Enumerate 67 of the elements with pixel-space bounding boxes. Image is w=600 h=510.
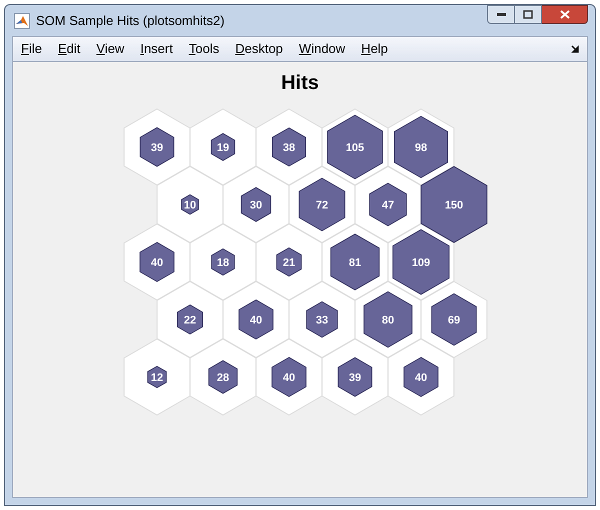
hit-count: 33	[316, 314, 328, 326]
hit-hexagon	[431, 293, 477, 346]
hit-count: 40	[250, 314, 262, 326]
dock-arrow-icon[interactable]	[571, 45, 579, 53]
hit-hexagon	[208, 360, 238, 394]
hit-hexagon	[210, 133, 236, 161]
hit-hexagon	[147, 366, 167, 388]
hit-count: 22	[184, 314, 196, 326]
hit-count: 10	[184, 200, 196, 212]
hit-count: 21	[282, 257, 296, 269]
hit-count: 81	[348, 257, 362, 269]
hit-hexagon	[240, 187, 272, 222]
minimize-icon	[496, 13, 506, 16]
hit-hexagon	[140, 242, 174, 282]
minimize-button[interactable]	[487, 5, 515, 24]
app-logo-icon	[14, 12, 30, 28]
hit-hexagon	[276, 247, 302, 277]
hit-hexagon	[181, 194, 199, 215]
hit-count: 30	[250, 200, 262, 212]
hit-count: 150	[444, 200, 464, 212]
close-button[interactable]	[542, 5, 588, 24]
menu-item[interactable]: View	[96, 39, 124, 59]
hit-hexagon	[338, 357, 372, 397]
menu-item[interactable]: Edit	[58, 39, 80, 59]
menu-item[interactable]: Help	[361, 39, 388, 59]
hit-hexagon	[238, 299, 274, 340]
hit-hexagon	[327, 114, 383, 180]
hit-hexagon	[177, 304, 203, 335]
hit-count: 40	[414, 372, 428, 384]
hit-count: 72	[316, 200, 328, 212]
menu-item[interactable]: Insert	[140, 39, 173, 59]
hit-count: 39	[150, 142, 164, 154]
hit-count: 19	[216, 142, 230, 154]
hit-hexagon	[364, 291, 412, 348]
hit-count: 109	[412, 257, 430, 269]
hit-count: 105	[346, 142, 364, 154]
hit-hexagon	[272, 356, 306, 398]
hit-count: 39	[348, 372, 362, 384]
restore-icon	[523, 10, 533, 19]
hit-hexagon	[211, 248, 235, 276]
hit-hexagon	[140, 127, 174, 167]
hit-hexagon	[394, 116, 448, 178]
hit-hexagon	[404, 356, 438, 398]
hit-hexagon	[330, 234, 380, 290]
close-icon	[560, 10, 570, 19]
plot-title: Hits	[281, 71, 319, 96]
hit-count: 47	[382, 200, 394, 212]
maximize-button[interactable]	[515, 5, 542, 24]
hit-count: 18	[216, 257, 230, 269]
menu-item[interactable]: File	[21, 39, 42, 59]
hit-count: 28	[216, 372, 230, 384]
hit-hexagon	[369, 182, 407, 226]
hit-count: 40	[150, 257, 164, 269]
hit-hexagon	[272, 127, 306, 167]
menu-item[interactable]: Window	[298, 39, 346, 59]
menu-item[interactable]: Tools	[188, 39, 220, 59]
hit-hexagon	[392, 229, 450, 295]
hit-hexagon	[306, 301, 338, 338]
window-title: SOM Sample Hits (plotsomhits2)	[36, 12, 225, 30]
menu-item[interactable]: Desktop	[235, 39, 283, 59]
hit-count: 98	[414, 142, 428, 154]
hit-count: 38	[282, 142, 296, 154]
hit-count: 80	[382, 314, 394, 326]
hit-hexagon	[298, 178, 346, 232]
hit-count: 40	[282, 372, 296, 384]
hit-count: 12	[150, 372, 164, 384]
hit-count: 69	[448, 314, 460, 326]
